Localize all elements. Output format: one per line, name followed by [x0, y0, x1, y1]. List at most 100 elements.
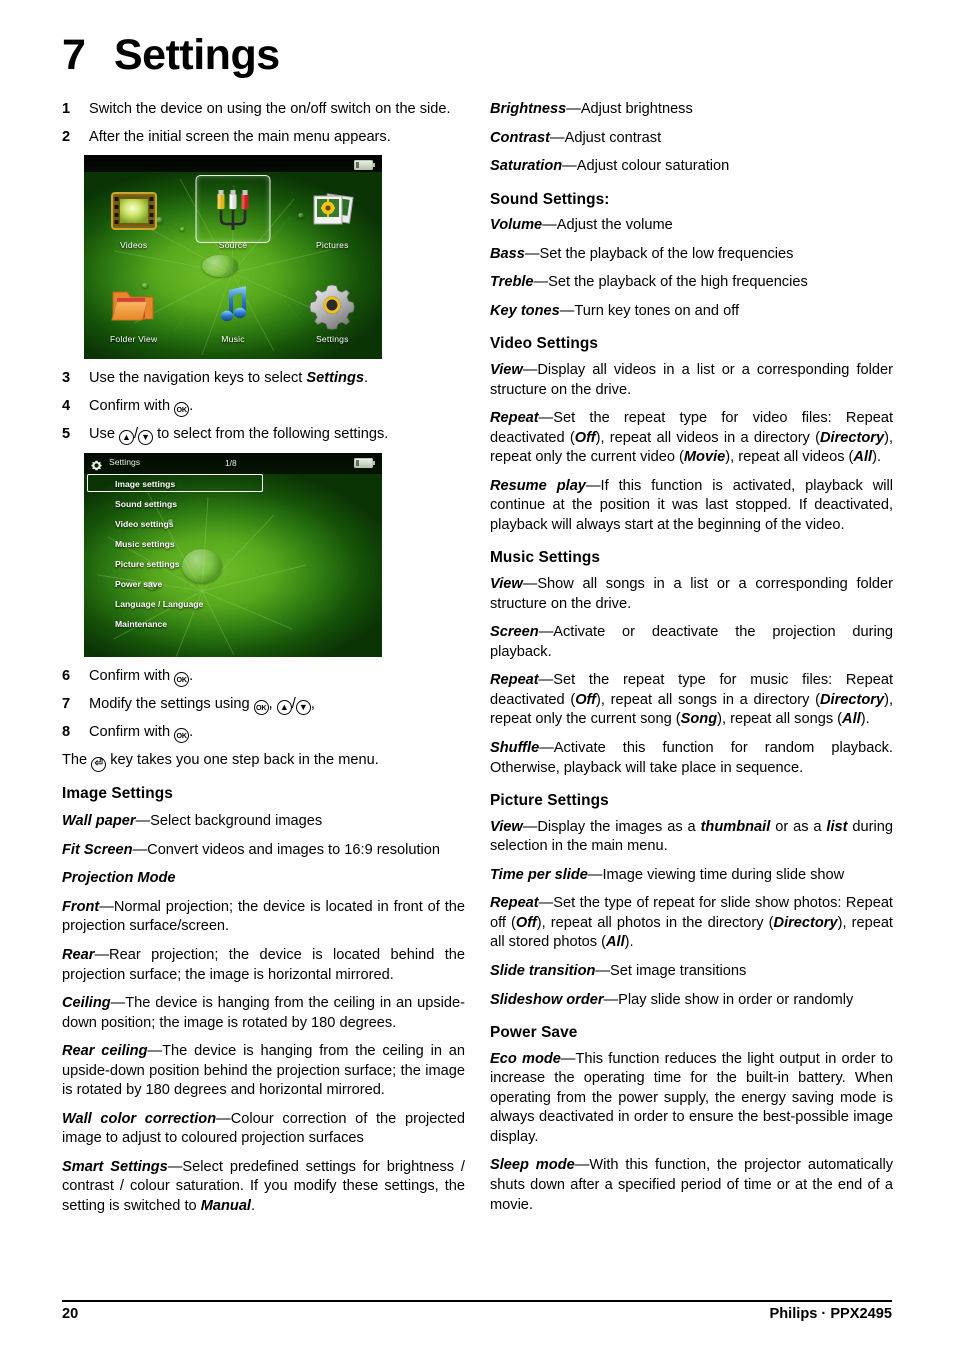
- step-8-post: .: [189, 723, 194, 740]
- step-3-post: .: [363, 370, 369, 387]
- desc-video-repeat-d: ), repeat all videos (: [725, 449, 854, 466]
- step-6: 6 Confirm with OK.: [62, 667, 465, 687]
- settings-list-item-sound[interactable]: Sound settings: [84, 494, 382, 514]
- term-rear-ceiling: Rear ceiling: [62, 1043, 148, 1060]
- para-key-tones: Key tones—Turn key tones on and off: [490, 302, 893, 322]
- ok-key-icon: OK: [174, 671, 190, 687]
- term-contrast: Contrast: [490, 129, 550, 146]
- desc-ceiling: —The device is hanging from the ceiling …: [62, 995, 465, 1031]
- source-icon: [206, 186, 260, 236]
- page-indicator: 1/8: [225, 457, 237, 468]
- step-3-bold: Settings: [306, 370, 364, 387]
- value-list: list: [826, 818, 848, 835]
- value-all: All: [842, 711, 861, 728]
- step-4-post: .: [189, 397, 194, 414]
- term-picture-repeat: Repeat: [490, 895, 539, 912]
- settings-list: Image settings Sound settings Video sett…: [84, 473, 382, 634]
- footer-divider: [62, 1300, 892, 1303]
- ok-key-icon: OK: [174, 401, 190, 417]
- section-heading-music-settings: Music Settings: [490, 549, 601, 567]
- term-fit-screen: Fit Screen: [62, 841, 133, 858]
- desc-video-repeat-e: ).: [872, 449, 881, 466]
- settings-list-item-image[interactable]: Image settings: [84, 473, 382, 494]
- desc-bass: —Set the playback of the low frequencies: [524, 245, 794, 262]
- value-directory: Directory: [773, 914, 838, 931]
- term-video-view: View: [490, 362, 523, 379]
- menu-item-label: Music: [221, 333, 245, 344]
- term-treble: Treble: [490, 274, 534, 291]
- step-4-number: 4: [62, 397, 71, 414]
- settings-item-label: Music settings: [115, 538, 175, 549]
- menu-item-pictures[interactable]: Pictures: [283, 172, 382, 266]
- term-music-view: View: [490, 576, 523, 593]
- settings-list-item-language[interactable]: Language / Language: [84, 594, 382, 614]
- value-off: Off: [575, 691, 597, 708]
- para-wall-paper: Wall paper—Select background images: [62, 812, 465, 832]
- para-ceiling: Ceiling—The device is hanging from the c…: [62, 994, 465, 1033]
- status-bar: [84, 155, 382, 173]
- battery-icon: [354, 160, 375, 171]
- menu-item-label: Pictures: [316, 240, 349, 251]
- ok-key-icon: OK: [174, 727, 190, 743]
- step-3: 3 Use the navigation keys to select Sett…: [62, 369, 465, 389]
- settings-list-item-maintenance[interactable]: Maintenance: [84, 614, 382, 634]
- term-brightness: Brightness: [490, 101, 567, 117]
- para-volume: Volume—Adjust the volume: [490, 216, 893, 236]
- settings-list-item-power-save[interactable]: Power save: [84, 574, 382, 594]
- down-key-icon: ▼: [138, 429, 154, 445]
- desc-music-view: —Show all songs in a list or a correspon…: [490, 576, 893, 612]
- desc-contrast: —Adjust contrast: [550, 129, 662, 146]
- para-music-repeat: Repeat—Set the repeat type for music fil…: [490, 671, 893, 730]
- para-picture-view: View—Display the images as a thumbnail o…: [490, 818, 893, 857]
- footer-page-number: 20: [62, 1306, 79, 1322]
- menu-item-folder-view[interactable]: Folder View: [84, 266, 183, 360]
- settings-status-bar: Settings 1/8: [84, 452, 382, 474]
- term-volume: Volume: [490, 217, 543, 234]
- down-key-icon: ▼: [295, 699, 311, 715]
- main-menu-grid: Videos Source Pictures Folder View Music…: [84, 172, 382, 359]
- term-projection-mode: Projection Mode: [62, 870, 176, 887]
- step-5-pre: Use: [89, 425, 120, 442]
- settings-item-label: Sound settings: [115, 498, 178, 509]
- desc-video-repeat-b: ), repeat all videos in a directory (: [595, 429, 820, 446]
- menu-item-settings[interactable]: Settings: [283, 266, 382, 360]
- para-music-view: View—Show all songs in a list or a corre…: [490, 575, 893, 614]
- step-5: 5 Use ▲ / ▼ to select from the following s…: [62, 425, 465, 445]
- section-heading-power-save: Power Save: [490, 1024, 578, 1042]
- step-7: 7 Modify the settings using OK, ▲ / ▼,: [62, 695, 465, 715]
- settings-list-item-music[interactable]: Music settings: [84, 534, 382, 554]
- value-off: Off: [515, 914, 537, 931]
- term-time-per-slide: Time per slide: [490, 866, 588, 883]
- pictures-icon: [305, 186, 359, 236]
- term-front: Front: [62, 898, 100, 915]
- desc-key-tones: —Turn key tones on and off: [559, 302, 740, 319]
- menu-item-music[interactable]: Music: [183, 266, 282, 360]
- term-music-repeat: Repeat: [490, 672, 539, 689]
- step-5-post: to select from the following settings.: [153, 425, 389, 442]
- para-brightness: Brightness—Adjust brightness: [490, 100, 893, 120]
- desc-picture-view-a: —Display the images as a: [522, 818, 701, 835]
- menu-item-source[interactable]: Source: [183, 172, 282, 266]
- section-heading-video-settings: Video Settings: [490, 335, 599, 353]
- term-key-tones: Key tones: [490, 302, 560, 319]
- para-front: Front—Normal projection; the device is l…: [62, 898, 465, 937]
- para-resume-play: Resume play—If this function is activate…: [490, 477, 893, 536]
- value-all: All: [853, 449, 873, 466]
- para-fit-screen: Fit Screen—Convert videos and images to …: [62, 841, 465, 861]
- menu-item-videos[interactable]: Videos: [84, 172, 183, 266]
- manual-page: 7 Settings 1 Switch the device on using t…: [0, 0, 954, 1352]
- settings-menu-screenshot: Settings 1/8 Image settings Sound settin…: [84, 452, 382, 657]
- para-time-per-slide: Time per slide—Image viewing time during…: [490, 866, 893, 886]
- term-rear: Rear: [62, 947, 95, 964]
- step-2-text: After the initial screen the main menu a…: [89, 128, 391, 145]
- battery-icon: [354, 457, 375, 468]
- step-2: 2 After the initial screen the main menu…: [62, 128, 465, 148]
- term-wall-color-correction: Wall color correction: [62, 1110, 217, 1127]
- settings-list-item-picture[interactable]: Picture settings: [84, 554, 382, 574]
- value-all: All: [606, 934, 625, 951]
- desc-brightness: —Adjust brightness: [566, 101, 693, 117]
- footer-brand: Philips · PPX2495: [769, 1306, 892, 1322]
- step-5-number: 5: [62, 425, 71, 442]
- settings-list-item-video[interactable]: Video settings: [84, 514, 382, 534]
- value-off: Off: [574, 429, 596, 446]
